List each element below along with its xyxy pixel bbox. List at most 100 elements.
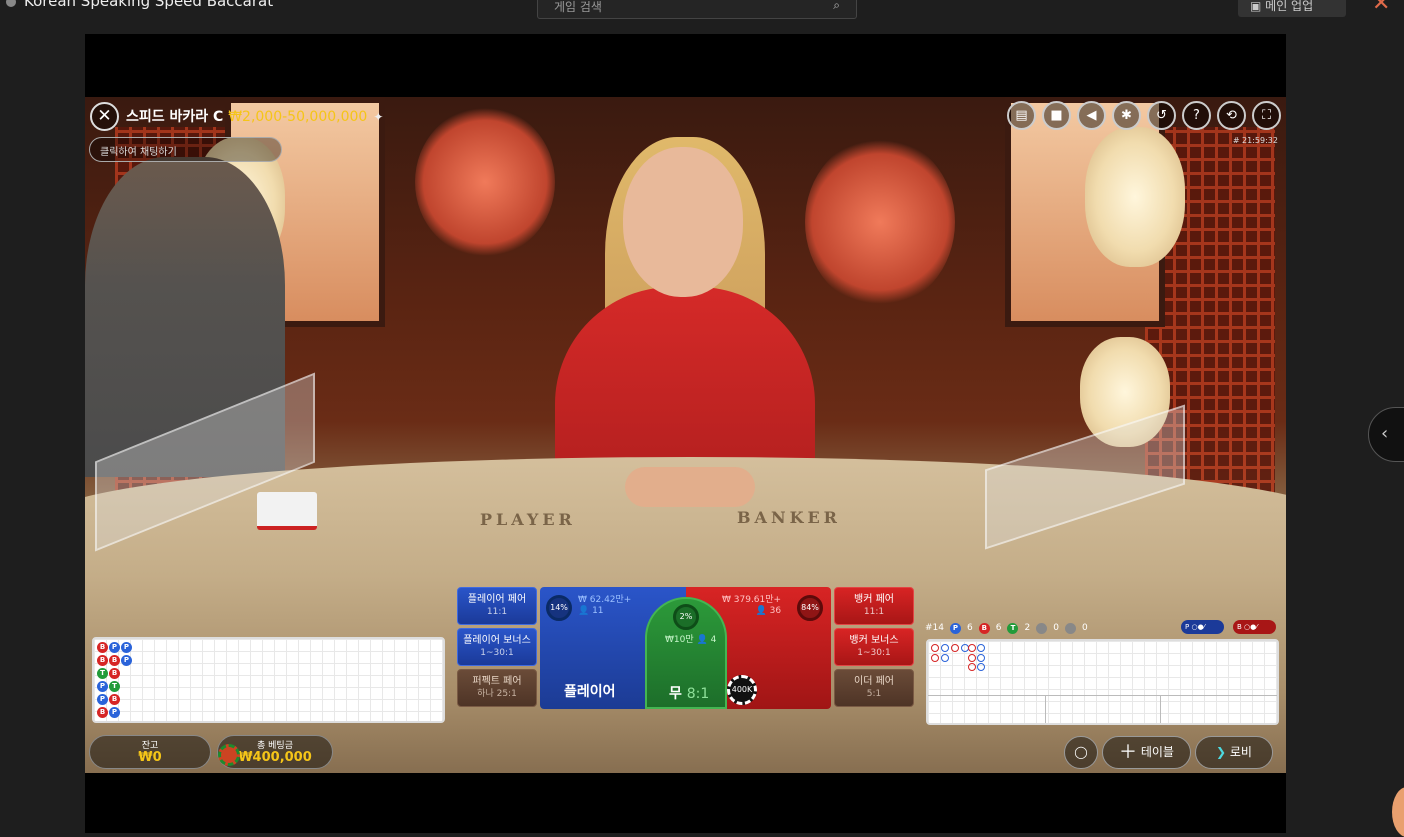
chip-icon (218, 744, 240, 766)
top-action-icon: ▣ (1250, 0, 1266, 13)
banker-pair-odds: 11:1 (863, 607, 885, 617)
player-wins: 6 (967, 623, 973, 633)
live-video: PLAYER BANKER ✕ 스피드 바카라 C ₩2,000-50,000,… (85, 97, 1286, 773)
lobby-button[interactable]: ❯ 로비 (1195, 736, 1273, 769)
round-timestamp: # 21:59:32 (1232, 136, 1278, 145)
plus-icon: ＋ (1119, 742, 1138, 763)
predict-banker-button[interactable]: B ○●⁄ (1233, 620, 1276, 634)
tie-count: 4 (710, 635, 717, 645)
tie-odds: 8:1 (686, 686, 710, 702)
table-name: 스피드 바카라 C (126, 109, 224, 125)
tables-button[interactable]: ＋ 테이블 (1102, 736, 1191, 769)
side-panel-toggle[interactable]: ‹ (1368, 407, 1404, 462)
top-action-label: 메인 업업 (1265, 0, 1314, 13)
predict-player-label: P (1185, 623, 1190, 631)
bead-p: P (109, 642, 120, 653)
tie-bet[interactable]: 2% ₩10만 👤 4 무 8:1 (645, 597, 727, 709)
perfect-pair-bet[interactable]: 퍼펙트 페어하나 25:1 (457, 669, 537, 707)
player-pct: 14% (546, 595, 572, 621)
window-title-text: Korean Speaking Speed Baccarat (24, 0, 274, 10)
chat-toggle-button[interactable]: ◯ (1064, 736, 1098, 769)
bead-p: P (109, 707, 120, 718)
player-pair-label: 플레이어 페어 (467, 594, 527, 605)
banker-table-label: BANKER (737, 508, 841, 527)
banker-pct: 84% (797, 595, 823, 621)
pin-icon[interactable]: ✦ (373, 110, 383, 124)
bead-b: B (97, 642, 108, 653)
bead-p: P (121, 642, 132, 653)
road-divider (928, 695, 1277, 696)
tie-count-icon: T (1007, 622, 1019, 634)
search-placeholder: 게임 검색 (554, 0, 602, 14)
big-road[interactable] (926, 639, 1279, 725)
player-pair-count-icon (1036, 622, 1048, 634)
player-bonus-odds: 1~30:1 (480, 648, 514, 658)
banker-wins: 6 (995, 623, 1002, 633)
big-road-mark (951, 644, 959, 652)
round-number: #14 (925, 623, 944, 633)
player-bonus-label: 플레이어 보너스 (463, 635, 531, 646)
video-icon[interactable]: ■ (1042, 101, 1071, 130)
game-stage: PLAYER BANKER ✕ 스피드 바카라 C ₩2,000-50,000,… (85, 34, 1286, 833)
bead-b: B (109, 668, 120, 679)
big-road-mark (968, 654, 976, 662)
player-pair-odds: 11:1 (486, 607, 508, 617)
chat-icon[interactable]: ▤ (1007, 101, 1036, 130)
chat-input[interactable]: 클릭하여 채팅하기 (89, 137, 282, 162)
either-pair-bet[interactable]: 이더 페어 5:1 (834, 669, 914, 707)
banker-pair-count-icon (1064, 622, 1076, 634)
perfect-pair-label: 퍼펙트 페어 (472, 676, 522, 687)
game-search-input[interactable]: 게임 검색 ⌕ (537, 0, 857, 19)
big-road-mark (977, 654, 985, 662)
sync-icon[interactable]: ⟲ (1217, 101, 1246, 130)
either-pair-odds: 5:1 (866, 689, 882, 699)
predict-player-button[interactable]: P ○●⁄ (1181, 620, 1224, 634)
fullscreen-icon[interactable]: ⛶ (1252, 101, 1281, 130)
floating-widget[interactable] (1392, 787, 1404, 837)
bead-road[interactable]: BPPBBPTBPTPBBP (92, 637, 445, 723)
bead-b: B (109, 694, 120, 705)
banker-count: 36 (769, 606, 782, 616)
balance-display: 잔고 ₩0 (89, 735, 211, 769)
banker-count-icon: B (978, 622, 990, 634)
banker-bonus-bet[interactable]: 뱅커 보너스 1~30:1 (834, 628, 914, 666)
sound-icon[interactable]: ◀ (1077, 101, 1106, 130)
close-game-button[interactable]: ✕ (90, 102, 119, 131)
tie-pct: 2% (673, 604, 699, 630)
bead-b: B (97, 655, 108, 666)
road-divider (1045, 695, 1046, 723)
banker-amount: ₩ 379.61만+ (722, 595, 782, 605)
tie-amount: ₩10만 (665, 635, 694, 645)
tables-label: 테이블 (1140, 745, 1174, 759)
bead-b: B (109, 655, 120, 666)
bet-limit: ₩2,000-50,000,000 (228, 109, 368, 125)
predict-banker-label: B (1237, 623, 1242, 631)
top-action-button[interactable]: ▣ 메인 업업 (1238, 0, 1346, 17)
player-pair-wins: 0 (1053, 623, 1059, 633)
tie-label-text: 무 (669, 686, 682, 702)
app-icon (6, 0, 16, 7)
big-road-mark (968, 663, 976, 671)
tie-wins: 2 (1024, 623, 1031, 633)
browser-top-bar: Korean Speaking Speed Baccarat 게임 검색 ⌕ ▣ … (0, 0, 1404, 34)
bead-p: P (97, 694, 108, 705)
banker-pair-bet[interactable]: 뱅커 페어 11:1 (834, 587, 914, 625)
banker-pair-label: 뱅커 페어 (854, 594, 894, 605)
hud-toolbar: ▤ ■ ◀ ✱ ↺ ? ⟲ ⛶ (1007, 101, 1281, 130)
history-icon[interactable]: ↺ (1147, 101, 1176, 130)
bead-t: T (97, 668, 108, 679)
settings-icon[interactable]: ✱ (1112, 101, 1141, 130)
big-road-mark (931, 644, 939, 652)
bead-p: P (121, 655, 132, 666)
card-stack (257, 492, 317, 530)
tie-label: 무 8:1 (669, 683, 709, 703)
lobby-label: 로비 (1229, 745, 1252, 759)
close-icon[interactable]: ✕ (1372, 0, 1390, 16)
road-divider (1160, 695, 1161, 723)
chat-placeholder: 클릭하여 채팅하기 (100, 147, 177, 158)
search-icon[interactable]: ⌕ (833, 0, 840, 13)
player-bonus-bet[interactable]: 플레이어 보너스 1~30:1 (457, 628, 537, 666)
perfect-pair-odds: 하나 25:1 (477, 689, 517, 699)
player-pair-bet[interactable]: 플레이어 페어 11:1 (457, 587, 537, 625)
help-icon[interactable]: ? (1182, 101, 1211, 130)
